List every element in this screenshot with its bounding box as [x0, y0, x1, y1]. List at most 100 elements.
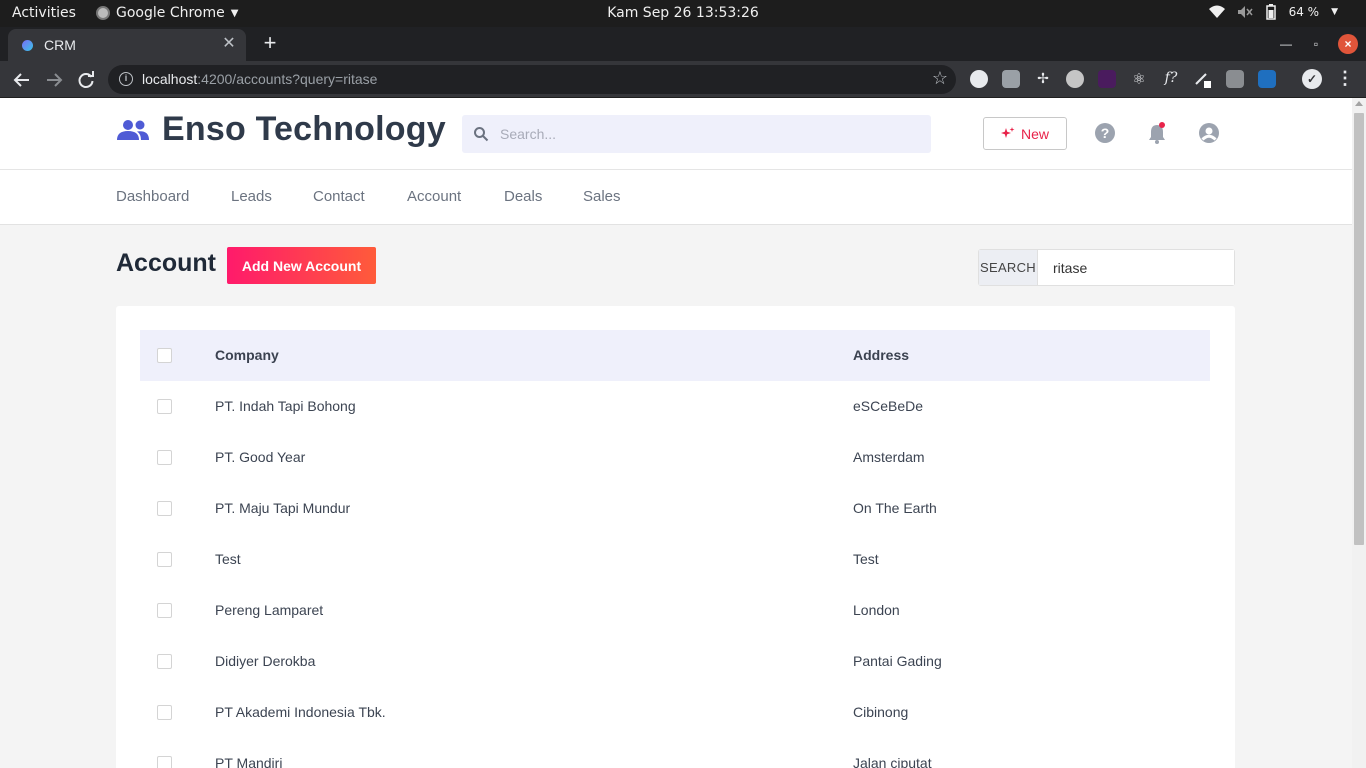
table-row[interactable]: PT. Maju Tapi Mundur On The Earth	[140, 483, 1210, 534]
select-all-checkbox[interactable]	[157, 348, 172, 363]
brand-name: Enso Technology	[162, 110, 446, 148]
site-info-icon[interactable]: i	[119, 72, 133, 86]
address-cell: On The Earth	[853, 500, 937, 516]
column-header-address[interactable]: Address	[853, 347, 909, 363]
global-search	[462, 115, 931, 153]
table-row[interactable]: Didiyer Derokba Pantai Gading	[140, 636, 1210, 687]
new-tab-button[interactable]: +	[258, 32, 282, 56]
nav-item-account[interactable]: Account	[407, 188, 461, 205]
company-cell: Didiyer Derokba	[215, 653, 316, 669]
add-new-account-button[interactable]: Add New Account	[227, 247, 376, 284]
arrow-right-icon	[47, 73, 63, 87]
company-cell: PT Akademi Indonesia Tbk.	[215, 704, 386, 720]
company-cell: PT. Good Year	[215, 449, 306, 465]
user-avatar-icon[interactable]	[1198, 122, 1220, 144]
table-header: Company Address	[140, 330, 1210, 381]
help-icon[interactable]: ?	[1094, 122, 1116, 144]
company-cell: PT. Maju Tapi Mundur	[215, 500, 351, 516]
extension-function-icon[interactable]: f?	[1162, 70, 1180, 88]
address-cell: London	[853, 602, 900, 618]
table-row[interactable]: PT. Indah Tapi Bohong eSCeBeDe	[140, 381, 1210, 432]
back-button[interactable]	[10, 68, 34, 92]
address-cell: Amsterdam	[853, 449, 925, 465]
column-header-company[interactable]: Company	[215, 347, 279, 363]
scrollbar-thumb[interactable]	[1354, 113, 1364, 545]
crm-favicon-icon	[22, 40, 33, 51]
address-bar[interactable]: i localhost:4200/accounts?query=ritase ☆	[108, 65, 956, 94]
search-icon	[474, 127, 489, 142]
chrome-icon	[96, 6, 110, 20]
row-checkbox[interactable]	[157, 705, 172, 720]
activities-button[interactable]: Activities	[12, 5, 76, 21]
nav-item-leads[interactable]: Leads	[231, 188, 272, 205]
row-checkbox[interactable]	[157, 399, 172, 414]
table-row[interactable]: Pereng Lamparet London	[140, 585, 1210, 636]
battery-icon	[1265, 4, 1276, 20]
row-checkbox[interactable]	[157, 654, 172, 669]
app-header: Enso Technology New ?	[0, 98, 1352, 170]
svg-text:?: ?	[1101, 125, 1110, 141]
row-checkbox[interactable]	[157, 501, 172, 516]
extension-pen-icon[interactable]	[1194, 70, 1212, 88]
nav-item-deals[interactable]: Deals	[504, 188, 542, 205]
arrow-left-icon	[13, 73, 29, 87]
nav-item-contact[interactable]: Contact	[313, 188, 365, 205]
close-tab-icon[interactable]: ✕	[220, 35, 238, 53]
nav-item-dashboard[interactable]: Dashboard	[116, 188, 189, 205]
table-row[interactable]: Test Test	[140, 534, 1210, 585]
chrome-menu-icon[interactable]: ⋮	[1336, 69, 1354, 89]
extension-react-icon[interactable]: ⚛	[1130, 70, 1148, 88]
notification-dot	[1159, 122, 1165, 128]
extension-facebook-icon[interactable]	[1226, 70, 1244, 88]
account-search-label: SEARCH	[979, 250, 1038, 285]
new-button-label: New	[1020, 125, 1049, 142]
account-search-input[interactable]	[1038, 250, 1234, 285]
bell-icon[interactable]	[1146, 122, 1168, 144]
table-row[interactable]: PT Akademi Indonesia Tbk. Cibinong	[140, 687, 1210, 738]
company-cell: PT Mandiri	[215, 755, 283, 768]
extension-bug-icon[interactable]: ✢	[1034, 70, 1052, 88]
address-cell: Test	[853, 551, 879, 567]
system-tray[interactable]: 64 % ▼	[1208, 4, 1338, 20]
browser-tab[interactable]: CRM ✕	[8, 29, 246, 61]
browser-tab-strip: CRM ✕ + — ▫ ×	[0, 27, 1366, 61]
extension-globe-icon[interactable]	[1066, 70, 1084, 88]
scroll-up-arrow-icon[interactable]	[1355, 101, 1363, 106]
bookmark-star-icon[interactable]: ☆	[932, 68, 948, 89]
extension-chat-icon[interactable]	[1002, 70, 1020, 88]
address-cell: eSCeBeDe	[853, 398, 924, 414]
chrome-profile-icon[interactable]: ✓	[1302, 69, 1322, 89]
global-search-input[interactable]	[500, 115, 920, 153]
page-scrollbar[interactable]	[1352, 98, 1366, 768]
app-menu-label: Google Chrome	[116, 5, 225, 21]
row-checkbox[interactable]	[157, 450, 172, 465]
sparkle-icon	[1000, 126, 1015, 138]
brand[interactable]: Enso Technology	[116, 110, 446, 149]
new-button[interactable]: New	[983, 117, 1067, 150]
os-top-bar: Activities Google Chrome ▼ Kam Sep 26 13…	[0, 0, 1366, 27]
extension-compass-icon[interactable]	[970, 70, 988, 88]
reload-icon	[78, 71, 94, 88]
close-window-button[interactable]: ×	[1338, 34, 1358, 54]
table-row[interactable]: PT. Good Year Amsterdam	[140, 432, 1210, 483]
reload-button[interactable]	[74, 68, 98, 92]
address-cell: Cibinong	[853, 704, 909, 720]
minimize-window-button[interactable]: —	[1278, 34, 1294, 54]
account-search: SEARCH	[978, 249, 1235, 286]
address-cell: Pantai Gading	[853, 653, 942, 669]
page-title: Account	[116, 249, 216, 277]
row-checkbox[interactable]	[157, 552, 172, 567]
row-checkbox[interactable]	[157, 756, 172, 768]
app-menu[interactable]: Google Chrome ▼	[96, 5, 238, 21]
tab-title: CRM	[44, 37, 76, 53]
extension-x-icon[interactable]	[1098, 70, 1116, 88]
forward-button[interactable]	[42, 68, 66, 92]
table-row[interactable]: PT Mandiri Jalan ciputat	[140, 738, 1210, 768]
nav-item-sales[interactable]: Sales	[583, 188, 621, 205]
row-checkbox[interactable]	[157, 603, 172, 618]
maximize-window-button[interactable]: ▫	[1308, 34, 1324, 54]
chevron-down-icon: ▼	[230, 7, 239, 19]
wifi-icon	[1208, 5, 1225, 18]
volume-icon	[1237, 6, 1253, 18]
extension-s-icon[interactable]	[1258, 70, 1276, 88]
